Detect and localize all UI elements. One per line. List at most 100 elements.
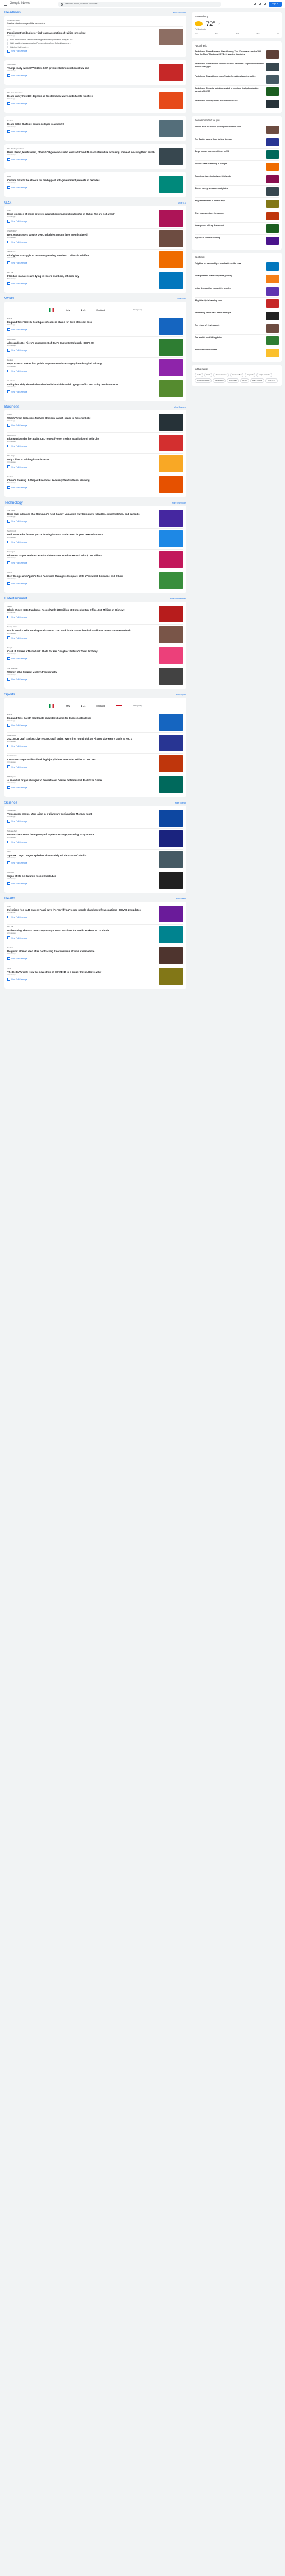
story-source[interactable]: CNBC [7, 413, 155, 416]
section-title[interactable]: World [4, 297, 14, 301]
news-story[interactable]: NPR Cubans take to the streets for the bi… [7, 174, 183, 195]
full-coverage-link[interactable]: View Full Coverage [7, 241, 155, 243]
story-thumbnail[interactable] [159, 851, 183, 868]
sidebar-story-title[interactable]: New species of frog discovered [195, 224, 227, 233]
sidebar-story-thumbnail[interactable] [266, 287, 279, 296]
news-story[interactable]: Science Alert Researchers solve the myste… [7, 829, 183, 850]
sidebar-story-title[interactable]: Why this city is banning cars [195, 299, 224, 308]
sidebar-story[interactable]: Chef shares recipes for summer [195, 210, 279, 223]
story-source[interactable]: Golf Channel [7, 755, 155, 758]
story-source[interactable]: Reuters [7, 119, 155, 122]
story-source[interactable]: Engadget [7, 551, 155, 553]
full-coverage-link[interactable]: View Full Coverage [7, 820, 155, 823]
story-thumbnail[interactable] [159, 119, 183, 137]
full-coverage-link[interactable]: View Full Coverage [7, 957, 155, 960]
story-headline[interactable]: SpaceX Cargo Dragon splashes down safely… [7, 854, 155, 857]
sidebar-story[interactable]: The return of vinyl records [195, 322, 279, 335]
sidebar-story[interactable]: New species of frog discovered [195, 223, 279, 236]
sidebar-story-thumbnail[interactable] [266, 150, 279, 159]
news-story[interactable]: The Hill Dallas suing Thomas over compuls… [7, 925, 183, 945]
sidebar-story-thumbnail[interactable] [266, 299, 279, 308]
section-title[interactable]: Sports [4, 693, 15, 697]
sidebar-story-title[interactable]: Fact check: Bacterial infection related … [195, 87, 266, 96]
story-thumbnail[interactable] [159, 734, 183, 751]
sidebar-story[interactable]: Fact check: Biden Revealed Plan Warning … [195, 49, 279, 62]
full-coverage-link[interactable]: View Full Coverage [7, 186, 155, 189]
sidebar-story-thumbnail[interactable] [266, 100, 279, 109]
story-thumbnail[interactable] [159, 775, 183, 793]
story-source[interactable]: The Guardian [7, 667, 155, 670]
story-thumbnail[interactable] [159, 317, 183, 335]
story-headline[interactable]: China's Slowing U-Shaped Economic Recove… [7, 479, 155, 482]
story-source[interactable]: TechCrunch [7, 530, 155, 533]
story-source[interactable]: Al Jazeera [7, 380, 155, 382]
full-coverage-link[interactable]: View Full Coverage [7, 786, 155, 789]
story-source[interactable]: Bloomberg [7, 434, 155, 437]
full-coverage-link[interactable]: View Full Coverage [7, 541, 155, 543]
sidebar-story-thumbnail[interactable] [266, 262, 279, 271]
story-thumbnail[interactable] [159, 967, 183, 985]
story-thumbnail[interactable] [159, 176, 183, 193]
full-coverage-link[interactable]: View Full Coverage [7, 130, 155, 133]
full-coverage-link[interactable]: View Full Coverage [7, 486, 155, 489]
full-coverage-link[interactable]: View Full Coverage [7, 978, 155, 981]
sidebar-story-title[interactable]: Fact check: Stay-at-home mom 'hacked' a … [195, 75, 258, 84]
sidebar-story-title[interactable]: Fact check: Nursery Home Bill Rescues CO… [195, 100, 241, 108]
section-more-link[interactable]: More Technology [172, 502, 186, 504]
news-story[interactable]: CNN Duke emerges of mass protests against… [7, 208, 183, 229]
story-source[interactable]: Wired [7, 571, 155, 574]
story-thumbnail[interactable] [159, 380, 183, 397]
story-thumbnail[interactable] [159, 871, 183, 889]
sidebar-story[interactable]: How bees communicate [195, 347, 279, 359]
story-thumbnail[interactable] [159, 338, 183, 356]
news-story[interactable]: Engadget Pinterest 'Super Mario 64' Break… [7, 550, 183, 570]
section-title[interactable]: Technology [4, 501, 23, 505]
story-headline[interactable]: 2021 MLB Draft tracker: Live results, dr… [7, 737, 155, 741]
search-input[interactable]: Search for topics, locations & sources [65, 3, 98, 6]
related-story[interactable]: Haiti assassination: search of heating s… [7, 38, 155, 41]
news-story[interactable]: The Washington Post Brian Kemp, Kristi No… [7, 146, 183, 167]
sidebar-story-title[interactable]: Inside the world of competitive puzzles [195, 287, 233, 296]
topic-chip[interactable]: Virgin Galactic [256, 372, 272, 377]
story-thumbnail[interactable] [159, 905, 183, 922]
full-coverage-link[interactable]: View Full Coverage [7, 424, 155, 427]
full-coverage-link[interactable]: View Full Coverage [7, 390, 155, 393]
news-story[interactable]: Wired How Google and Apple's Free Passwor… [7, 570, 183, 590]
story-headline[interactable]: Ben Jealous says Justice Dept. prioritie… [7, 233, 155, 237]
sidebar-story[interactable]: A guide to summer reading [195, 235, 279, 247]
news-story[interactable]: CNN Infections rise in 40 states; Fauci s… [7, 904, 183, 925]
news-story[interactable]: NPR The Delta Variant: How the new strain… [7, 966, 183, 986]
story-thumbnail[interactable] [159, 571, 183, 589]
news-story[interactable]: Bloomberg Elon Musk under fire again: CEO… [7, 433, 183, 454]
story-headline[interactable]: England fans' Gareth Southgate shoulders… [7, 321, 155, 324]
story-source[interactable]: Rolling Stone [7, 626, 155, 629]
sidebar-story[interactable]: Fact check: Stay-at-home mom 'hacked' a … [195, 73, 279, 86]
match-score[interactable]: Italy 1 - 1 England Final (pens) [7, 700, 183, 712]
full-coverage-link[interactable]: View Full Coverage [7, 74, 155, 77]
story-headline[interactable]: Pope Francis makes first public appearan… [7, 362, 155, 366]
news-story[interactable]: BBC News Alessandro Del Piero's assessmen… [7, 337, 183, 358]
story-source[interactable]: NPR [7, 967, 155, 970]
story-thumbnail[interactable] [159, 530, 183, 547]
apps-icon[interactable] [264, 3, 266, 6]
sidebar-story[interactable]: Fact check: Stock market falls as 'vacci… [195, 61, 279, 74]
full-coverage-link[interactable]: View Full Coverage [7, 349, 155, 352]
story-source[interactable]: Reuters [7, 947, 155, 949]
story-thumbnail[interactable] [159, 91, 183, 109]
story-source[interactable]: CNN [7, 905, 155, 908]
sidebar-story-title[interactable]: Electric bikes outselling in Europe [195, 163, 229, 171]
news-story[interactable]: Al Jazeera Ethiopia's Abiy Ahmed wins ele… [7, 378, 183, 399]
story-headline[interactable]: Conor McGregor suffers freak leg injury … [7, 758, 155, 761]
sidebar-story[interactable]: New theory about dark matter emerges [195, 310, 279, 323]
full-coverage-link[interactable]: View Full Coverage [7, 465, 155, 468]
sidebar-story-title[interactable]: Surge in new investment flows in UK [195, 150, 231, 159]
story-headline[interactable]: Huge leak indicates that Samsung's next … [7, 513, 155, 516]
story-headline[interactable]: Watch Virgin Galactic's Richard Branson … [7, 417, 155, 420]
story-source[interactable]: COVID-19 news [7, 19, 180, 22]
story-headline[interactable]: The Delta Variant: How the new strain of… [7, 971, 155, 974]
story-headline[interactable]: Firefighters struggle to contain spreadi… [7, 254, 155, 257]
full-coverage-link[interactable]: View Full Coverage [7, 936, 155, 939]
full-coverage-link[interactable]: View Full Coverage [7, 328, 155, 331]
story-thumbnail[interactable] [159, 830, 183, 847]
sidebar-story[interactable]: The world's best hiking trails [195, 335, 279, 348]
